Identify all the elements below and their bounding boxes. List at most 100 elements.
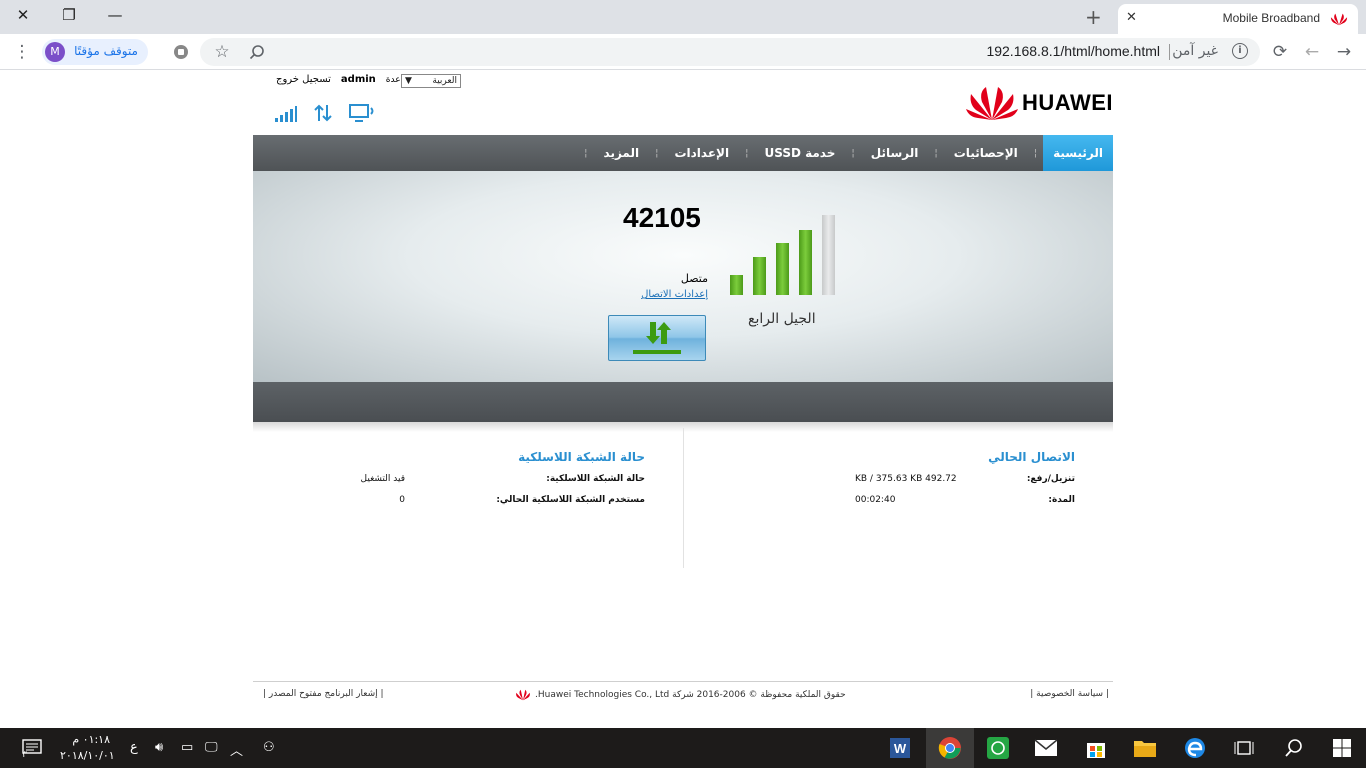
menu-dots-icon[interactable]: ⋮ xyxy=(10,40,34,64)
language-select[interactable]: ▼ العربية xyxy=(401,74,461,88)
download-upload-label: تنزيل/رفع: xyxy=(1026,474,1075,484)
footer-copyright: حقوق الملكية محفوظة © 2006-2016 شركة Hua… xyxy=(515,689,846,701)
restore-window-icon[interactable]: ❐ xyxy=(46,0,92,30)
network-icon[interactable]: 🖵︎ xyxy=(205,740,218,755)
nav-separator: ¦ xyxy=(851,147,855,159)
download-upload-value: 492.72 KB / 375.63 KB xyxy=(855,474,957,484)
signal-bar xyxy=(776,243,789,295)
store-app-icon[interactable] xyxy=(1072,728,1120,768)
main-nav: الرئيسية ¦ الإحصائيات ¦ الرسائل ¦ خدمة U… xyxy=(253,135,1113,171)
nav-item-settings[interactable]: الإعدادات xyxy=(664,135,739,171)
download-upload-row: تنزيل/رفع: 492.72 KB / 375.63 KB xyxy=(695,474,1075,495)
current-connection-panel: الاتصال الحالي تنزيل/رفع: 492.72 KB / 37… xyxy=(695,450,1075,516)
nav-separator: ¦ xyxy=(745,147,749,159)
signal-bars xyxy=(730,215,840,295)
nav-label-home: الرئيسية xyxy=(1053,146,1103,160)
router-page: تسجيل خروج admin مساعدة ▼ العربية xyxy=(253,70,1113,720)
huawei-logo: HUAWEI xyxy=(966,84,1113,122)
current-connection-title: الاتصال الحالي xyxy=(988,450,1075,464)
input-language[interactable]: ع xyxy=(130,740,138,755)
hero-footer-band xyxy=(253,382,1113,422)
notification-center-icon[interactable] xyxy=(10,728,54,768)
people-icon[interactable]: ⚇ xyxy=(263,740,275,755)
nav-label-more: المزيد xyxy=(603,146,640,160)
footer-open-source: | إشعار البرنامج مفتوح المصدر | xyxy=(263,689,384,699)
taskbar-clock[interactable]: ٠١:١٨ م ٢٠١٨/١٠/٠١ xyxy=(60,732,115,764)
search-icon[interactable] xyxy=(1270,728,1318,768)
mail-app-icon[interactable] xyxy=(1022,728,1070,768)
extension-icon[interactable] xyxy=(169,40,193,64)
network-type-label: الجيل الرابع xyxy=(748,311,816,327)
close-window-icon[interactable]: ✕ xyxy=(0,0,46,30)
notification-count: ٣ xyxy=(22,750,27,760)
nav-item-home[interactable]: الرئيسية xyxy=(1043,135,1113,171)
chrome-app-icon[interactable] xyxy=(926,728,974,768)
reload-icon[interactable]: ⟳ xyxy=(1268,40,1292,64)
volume-icon[interactable]: 🔊︎ xyxy=(155,740,163,755)
nav-separator: ¦ xyxy=(934,147,938,159)
task-view-icon[interactable] xyxy=(1220,728,1268,768)
edge-app-icon[interactable] xyxy=(1171,728,1219,768)
whatsapp-app-icon[interactable] xyxy=(974,728,1022,768)
nav-item-ussd[interactable]: خدمة USSD xyxy=(754,135,845,171)
avatar: M xyxy=(45,42,65,62)
wifi-device-icon xyxy=(349,104,374,122)
wlan-state-label: حالة الشبكة اللاسلكية: xyxy=(546,474,645,484)
huawei-small-logo-icon xyxy=(516,689,530,701)
chevron-down-icon: ▼ xyxy=(405,76,412,86)
nav-label-messages: الرسائل xyxy=(870,146,919,160)
header-links: تسجيل خروج admin مساعدة xyxy=(276,74,416,85)
privacy-link[interactable]: سياسة الخصوصية xyxy=(1036,689,1103,699)
logo-text: HUAWEI xyxy=(1022,90,1113,115)
signal-bar xyxy=(753,257,766,295)
nav-item-messages[interactable]: الرسائل xyxy=(861,135,929,171)
file-explorer-icon[interactable] xyxy=(1121,728,1169,768)
wlan-status-panel: حالة الشبكة اللاسلكية حالة الشبكة اللاسل… xyxy=(355,450,645,516)
tab-title: Mobile Broadband xyxy=(1222,11,1320,25)
wlan-state-row: حالة الشبكة اللاسلكية: قيد التشغيل xyxy=(355,474,645,495)
nav-label-statistics: الإحصائيات xyxy=(953,146,1018,160)
connect-toggle-button[interactable] xyxy=(608,315,706,361)
nav-item-more[interactable]: المزيد xyxy=(594,135,650,171)
huawei-favicon-icon xyxy=(1330,13,1348,26)
star-icon[interactable]: ☆ xyxy=(210,40,234,64)
minimize-window-icon[interactable]: — xyxy=(92,0,138,30)
logout-link[interactable]: تسجيل خروج xyxy=(276,74,331,85)
huawei-flower-icon xyxy=(966,87,1018,120)
connection-settings-link[interactable]: إعدادات الاتصال xyxy=(641,289,708,300)
new-tab-icon[interactable]: + xyxy=(1085,5,1102,29)
nav-separator: ¦ xyxy=(584,147,588,159)
back-icon[interactable]: → xyxy=(1332,40,1356,64)
zoom-icon[interactable] xyxy=(245,40,269,64)
battery-icon[interactable]: ▭ xyxy=(181,740,193,755)
nav-label-settings: الإعدادات xyxy=(674,146,730,160)
start-windows-icon[interactable] xyxy=(1318,728,1366,768)
forward-icon[interactable]: ← xyxy=(1300,40,1324,64)
word-app-icon[interactable]: W xyxy=(876,728,924,768)
nav-separator: ¦ xyxy=(655,147,659,159)
signal-bar xyxy=(730,275,743,295)
nav-item-statistics[interactable]: الإحصائيات xyxy=(944,135,1028,171)
tab-close-icon[interactable]: ✕ xyxy=(1126,10,1137,25)
url-text[interactable]: 192.168.8.1/html/home.html xyxy=(986,43,1160,59)
wlan-status-title: حالة الشبكة اللاسلكية xyxy=(518,450,645,464)
show-hidden-icons-icon[interactable]: ︿ xyxy=(230,740,243,759)
address-bar[interactable]: ☆ 192.168.8.1/html/home.html غير آمن i xyxy=(200,38,1260,66)
wlan-users-row: مستخدم الشبكة اللاسلكية الحالي: 0 xyxy=(355,495,645,516)
profile-button[interactable]: M متوقف مؤقتًا xyxy=(42,39,148,65)
open-source-link[interactable]: إشعار البرنامج مفتوح المصدر xyxy=(269,689,378,699)
svg-text:W: W xyxy=(894,741,907,756)
clock-date: ٢٠١٨/١٠/٠١ xyxy=(60,749,115,762)
operator-name: 42105 xyxy=(623,202,701,233)
wlan-state-value: قيد التشغيل xyxy=(360,474,405,484)
wlan-users-value: 0 xyxy=(399,495,405,505)
profile-label: متوقف مؤقتًا xyxy=(74,44,138,58)
browser-tab[interactable]: Mobile Broadband ✕ xyxy=(1118,4,1358,34)
signal-strength-icon xyxy=(275,106,297,122)
not-secure-label[interactable]: غير آمن xyxy=(1172,43,1218,59)
copyright-text: حقوق الملكية محفوظة © 2006-2016 شركة Hua… xyxy=(535,690,846,700)
footer-divider xyxy=(253,681,1113,682)
site-info-icon[interactable]: i xyxy=(1232,43,1248,59)
duration-row: المدة: 00:02:40 xyxy=(695,495,1075,516)
nav-label-ussd: خدمة USSD xyxy=(764,146,836,160)
